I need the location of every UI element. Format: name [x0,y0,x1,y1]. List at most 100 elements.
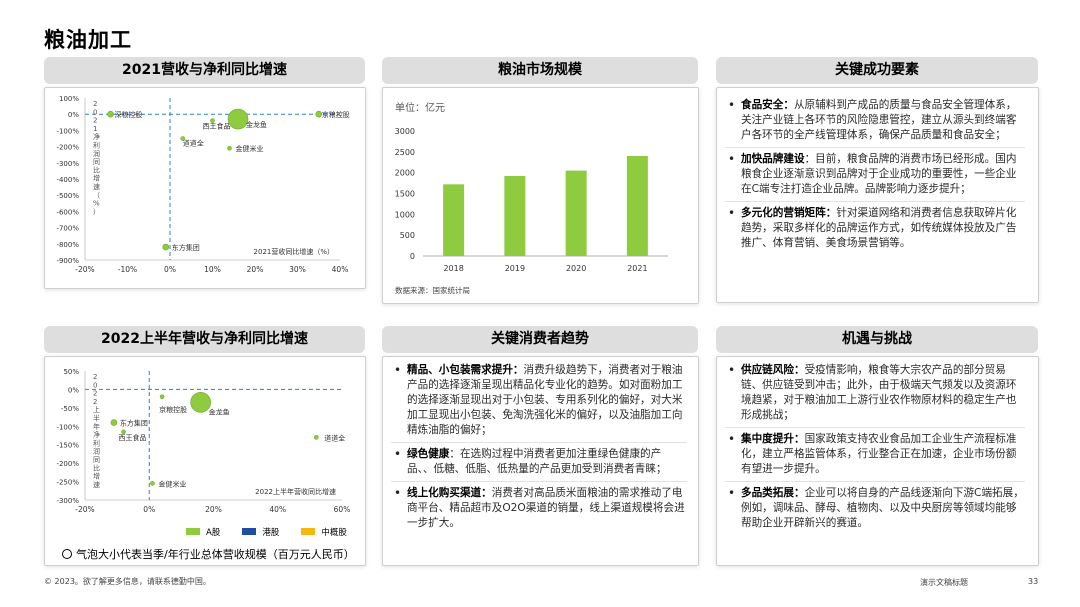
trend-item: 绿色健康：在选购过程中消费者更加注重绿色健康的产品、、低糖、低脂、低热量的产品更… [391,442,687,477]
chart3-point-label: 道道全 [324,433,345,442]
chart1-y-tick-label: -900% [56,257,79,265]
chart2-unit-label: 单位：亿元 [395,101,445,114]
chart1-y-axis-title-char: 0 [93,108,97,116]
chart2-y-tick-label: 2000 [395,169,415,178]
chart3-point [150,481,155,486]
chart1-y-axis-title-char: ） [93,208,100,216]
chart1-point [162,243,170,251]
trend-item: 线上化购买渠道：消费者对高品质米面粮油的需求推动了电商平台、精品超市及O2O渠道… [391,481,687,531]
chart3-title: 2022上半年营收与净利同比增速 [44,326,365,353]
chart3-x-tick-label: 0% [143,505,155,514]
chart1-point-label: 金龙鱼 [246,120,267,129]
opps-panel: 供应链风险：受疫情影响，粮食等大宗农产品的部分贸易链、供应链受到冲击；此外，由于… [716,356,1039,566]
chart1-x-tick-label: -10% [118,265,137,274]
chart2-y-tick-label: 1000 [395,210,415,219]
chart3-point-label: 西王食品 [119,433,147,442]
chart2-x-tick-label: 2021 [627,264,647,273]
page-title: 粮油加工 [44,28,132,52]
chart1-x-axis-title: 2021营收同比增速（%） [254,247,334,256]
chart3-point [313,435,319,440]
opportunity-item: 供应链风险：受疫情影响，粮食等大宗农产品的部分贸易链、供应链受到冲击；此外，由于… [725,363,1025,423]
chart3-y-axis-title-char: 同 [93,456,100,464]
chart2-x-tick-label: 2019 [505,264,525,273]
chart3-legend-label: 港股 [262,528,280,538]
chart2-title: 粮油市场规模 [382,57,698,84]
chart3-y-axis-title-char: 增 [93,472,100,481]
footer-copyright: © 2023。欲了解更多信息，请联系德勤中国。 [44,577,211,586]
chart2-x-tick-label: 2020 [566,264,586,273]
chart3-y-tick-label: -300% [56,497,79,505]
chart3-y-tick-label: -200% [56,460,79,468]
chart3-x-tick-label: 20% [205,505,222,514]
chart1-y-tick-label: 100% [59,95,79,103]
chart3-y-axis-title-char: 比 [93,463,100,472]
chart3-y-tick-label: -100% [56,423,79,431]
chart2-bar [565,170,587,256]
chart3-legend-label: 中概股 [321,528,347,538]
chart3-x-tick-label: -20% [75,505,94,514]
chart1-x-tick-label: 20% [247,265,264,274]
chart2-y-tick-label: 0 [410,252,415,261]
factors-list: 食品安全：从原辅料到产成品的质量与食品安全管理体系，关注产业链上各环节的风险隐患… [725,98,1025,255]
chart1-y-tick-label: -400% [56,176,79,184]
legend-swatch-icon [242,528,257,535]
chart2-bar [504,176,526,256]
chart2-x-tick-label: 2018 [443,264,463,273]
bubble-circle-icon [62,549,72,559]
factor-item: 加快品牌建设：目前，粮食品牌的消费市场已经形成。国内粮食企业逐渐意识到品牌对于企… [725,147,1025,197]
chart2-bar: 单位：亿元 3000 2500 2000 1500 1000 500 0 2018 2019 202… [395,101,668,295]
trends-panel: 精品、小包装需求提升：消费升级趋势下，消费者对于粮油产品的选择逐渐呈现出精品化专… [382,356,699,566]
chart1-title: 2021营收与净利同比增速 [44,57,365,84]
trend-item-heading: 精品、小包装需求提升： [407,364,524,376]
chart1-y-tick-label: -200% [56,144,79,152]
chart1-panel: 100% 0% -100% -200% -300% -400% -500% -600% -700… [44,87,366,289]
chart1-x-tick-label: 30% [289,265,306,274]
opportunity-item-heading: 供应链风险： [741,364,805,376]
trend-item-heading: 绿色健康 [407,448,450,460]
chart3-y-tick-label: -150% [56,442,79,450]
chart1-x-tick-label: 40% [332,265,349,274]
chart1-y-axis-title: 2 0 2 1 净利润同比增速（%） [93,100,100,216]
chart3-y-axis-title-char: 速 [93,481,100,489]
chart3-point-label: 金龙鱼 [209,407,230,416]
chart3-scatter: 50% 0% -50% -100% -150% -200% -250% -300%-20% 0%… [56,368,351,514]
chart1-scatter: 100%0%-100%-200%-300%-400%-500%-600%-700… [56,95,350,274]
chart3-y-axis-title-char: 润 [93,447,100,456]
chart3-y-axis-title-char: 2 [93,398,97,406]
chart3-point [190,392,211,413]
chart1-y-tick-label: -700% [56,225,79,233]
chart3-y-axis-title-char: 年 [93,422,100,431]
chart1-point-label: 深粮控股 [115,110,143,119]
chart2-panel: 单位：亿元 3000 2500 2000 1500 1000 500 0 2018 2019 202… [382,87,699,304]
chart1-point-label: 京粮控股 [322,110,350,119]
chart3-legend-item: A股 [186,528,220,538]
opps-list: 供应链风险：受疫情影响，粮食等大宗农产品的部分贸易链、供应链受到冲击；此外，由于… [725,363,1025,535]
chart1-y-axis-title-char: 增 [93,174,100,183]
chart3-y-axis-title-char: 利 [93,438,100,447]
chart1-y-axis-title-char: % [93,200,100,208]
chart3-x-tick-label: 60% [334,505,351,514]
chart2-y-tick-label: 3000 [395,127,415,136]
chart1-point [227,108,249,130]
chart3-point-label: 东方集团 [120,419,148,428]
chart1-y-axis-title-char: （ [93,191,100,199]
chart1-y-axis-title-char: 速 [93,183,100,191]
chart2-y-tick-label: 2500 [395,148,415,157]
opps-title: 机遇与挑战 [716,326,1038,353]
opportunity-item-heading: 多品类拓展： [741,487,805,499]
factor-item-heading: 加快品牌建设 [741,153,805,165]
trend-item-heading: 线上化购买渠道： [407,487,492,499]
chart2-bar [443,184,465,256]
chart3-y-axis-title-char: 半 [93,414,100,423]
trend-item: 精品、小包装需求提升：消费升级趋势下，消费者对于粮油产品的选择逐渐呈现出精品化专… [391,363,687,438]
chart1-point-label: 道道全 [183,139,204,148]
chart3-legend-item: 中概股 [301,528,347,538]
chart1-x-tick-label: 0% [164,265,176,274]
factors-title: 关键成功要素 [716,57,1038,84]
chart3-x-tick-label: 40% [269,505,286,514]
chart1-x-tick-label: -20% [75,265,94,274]
chart1-y-tick-label: -800% [56,241,79,249]
chart2-source: 数据来源：国家统计局 [395,285,470,295]
opportunity-item: 多品类拓展：企业可以将自身的产品线逐渐向下游C端拓展，例如，调味品、酵母、植物肉… [725,481,1025,531]
chart2-bar [626,156,648,256]
